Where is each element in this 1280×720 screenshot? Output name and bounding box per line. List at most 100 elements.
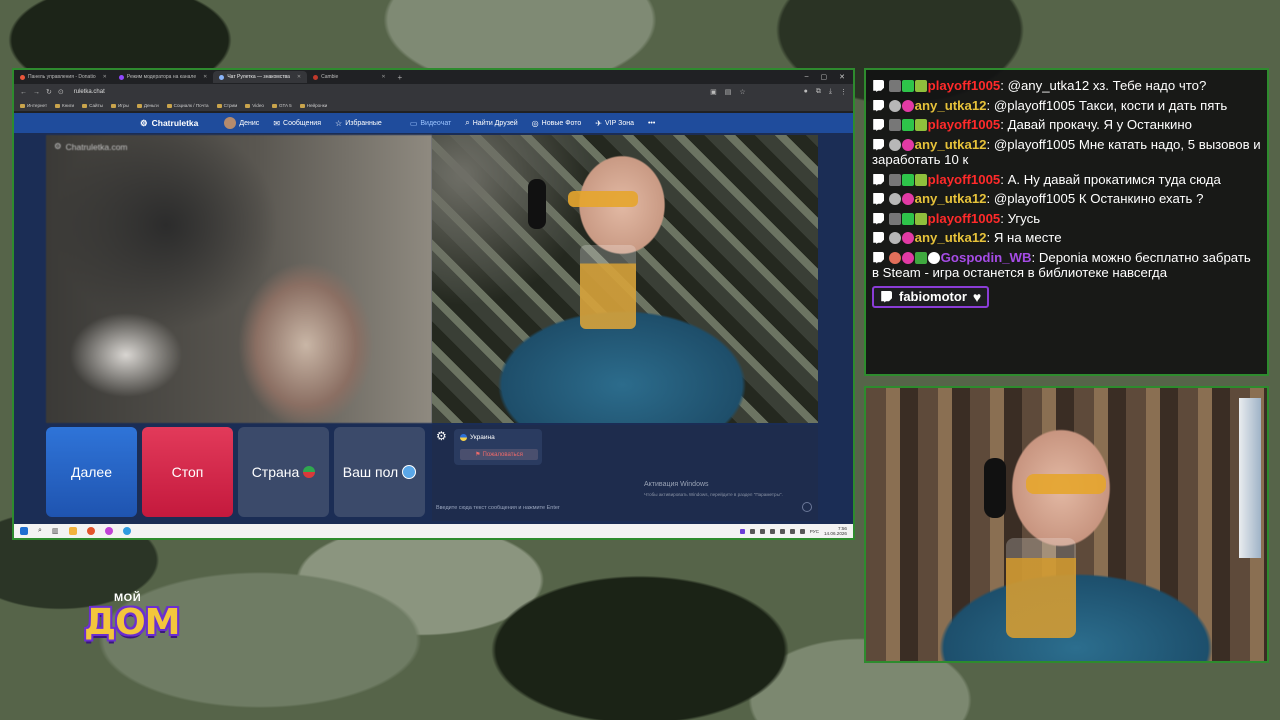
taskbar-clock[interactable]: 7:56 14.06.2026: [824, 526, 847, 537]
bookmark-item[interactable]: Video: [245, 103, 264, 108]
headphones-shape: [528, 179, 546, 229]
system-tray: РУС 7:56 14.06.2026: [739, 526, 853, 537]
screenshot-icon[interactable]: ▣: [710, 88, 717, 96]
twitch-icon: [873, 232, 884, 244]
nav-favorites[interactable]: ☆ Избранные: [335, 119, 382, 128]
message-input[interactable]: [436, 502, 808, 514]
brand-name: Chatruletka: [151, 118, 199, 128]
check-badge-icon: [901, 173, 914, 186]
nav-new-photos[interactable]: ◎ Новые Фото: [532, 119, 582, 128]
emoji-icon[interactable]: [802, 502, 812, 512]
site-info-icon[interactable]: ⊙: [58, 88, 64, 96]
badge-icon: [888, 173, 901, 186]
maximize-icon[interactable]: ▢: [821, 73, 828, 81]
bookmark-item[interactable]: Нейронки: [300, 103, 328, 108]
gender-button[interactable]: Ваш пол: [334, 427, 425, 517]
cat-badge-icon: [888, 251, 901, 264]
language-indicator[interactable]: РУС: [810, 529, 819, 534]
back-icon[interactable]: ←: [20, 89, 27, 96]
firefox-icon[interactable]: [86, 527, 95, 535]
tab-close-icon[interactable]: ✕: [381, 74, 385, 80]
chat-username: playoff1005: [927, 210, 1001, 226]
bookmark-item[interactable]: Социалк / Почта: [167, 103, 209, 108]
panda-badge-icon: [927, 251, 940, 264]
nav-messages[interactable]: ✉ Сообщения: [273, 119, 321, 128]
tray-icon[interactable]: [779, 528, 785, 534]
chatruletka-logo-icon: ⚙: [54, 141, 62, 151]
download-icon[interactable]: ⤓: [829, 88, 832, 96]
star-icon: ☆: [335, 118, 343, 128]
url-field[interactable]: ruletka.chat: [74, 89, 105, 95]
bookmark-star-icon[interactable]: ☆: [739, 88, 745, 96]
chat-message: any_utka12: @playoff1005 Мне катать надо…: [872, 136, 1261, 168]
tray-icon[interactable]: [759, 528, 765, 534]
partner-country-label: Украина: [470, 434, 495, 441]
bookmark-item[interactable]: GTA 5: [272, 103, 292, 108]
nav-more-button[interactable]: •••: [648, 120, 655, 127]
windows-start-icon[interactable]: [20, 527, 28, 535]
search-icon[interactable]: ⌕: [38, 527, 42, 535]
partner-country: Украина: [460, 434, 495, 441]
beer-mug-shape: [1006, 538, 1076, 638]
gender-label: Ваш пол: [342, 464, 399, 480]
twitch-icon: [873, 119, 884, 131]
country-button[interactable]: Страна: [238, 427, 329, 517]
tab-chatruletka[interactable]: Чат Рулетка — знакомства ✕: [213, 71, 308, 83]
bookmark-item[interactable]: Книги: [55, 103, 74, 108]
tab-moderator[interactable]: Режим модератора на канале ✕: [113, 71, 213, 83]
tab-close-icon[interactable]: ✕: [103, 74, 107, 80]
gender-icon: [402, 465, 417, 479]
bookmark-item[interactable]: Сайты: [82, 103, 103, 108]
task-view-icon[interactable]: ▥: [52, 527, 59, 535]
bookmark-item[interactable]: Стрим: [217, 103, 238, 108]
nav-profile[interactable]: Денис: [224, 117, 259, 129]
tab-donation[interactable]: Панель управления - Donatio ✕: [14, 71, 113, 83]
tab-close-icon[interactable]: ✕: [203, 74, 207, 80]
avatar: [224, 117, 237, 129]
ukraine-flag-icon: [460, 434, 467, 441]
chat-username: Gospodin_WB: [940, 249, 1032, 265]
chatruletka-logo-icon: ⚙: [140, 117, 148, 128]
tab-cambie[interactable]: Cambie ✕: [307, 71, 391, 83]
nav-vip[interactable]: ✈ VIP Зона: [595, 119, 634, 128]
complain-button[interactable]: ⚑ Пожаловаться: [460, 449, 538, 460]
bookmark-item[interactable]: Интернет: [20, 103, 47, 108]
browser-icon[interactable]: [122, 527, 131, 535]
new-follower-alert: fabiomotor ♥: [872, 285, 990, 308]
tab-bar: Панель управления - Donatio ✕ Режим модер…: [14, 70, 853, 84]
site-logo[interactable]: ⚙ Chatruletka: [140, 118, 198, 129]
app-icon[interactable]: [104, 527, 113, 535]
tray-icon[interactable]: [769, 528, 775, 534]
tray-icon[interactable]: [739, 528, 745, 534]
reload-icon[interactable]: ↻: [46, 88, 52, 96]
settings-gear-icon[interactable]: ⚙: [436, 429, 447, 443]
chat-text: Давай прокачу. Я у Останкино: [1007, 117, 1193, 132]
nav-videochat[interactable]: ▭ Видеочат: [410, 119, 451, 128]
close-window-icon[interactable]: ✕: [839, 73, 845, 81]
chat-message: playoff1005: Угусь: [872, 211, 1261, 227]
tray-icon[interactable]: [749, 528, 755, 534]
chat-username: playoff1005: [927, 171, 1001, 187]
badge-icon: [888, 119, 901, 131]
twitch-icon: [873, 80, 884, 92]
forward-icon[interactable]: →: [33, 89, 40, 96]
tray-icon[interactable]: [789, 528, 795, 534]
country-flag-icon: [303, 466, 316, 478]
minimize-icon[interactable]: –: [805, 73, 809, 81]
badge-icon: [888, 80, 901, 92]
next-button[interactable]: Далее: [46, 427, 137, 517]
profile-icon[interactable]: ●: [804, 88, 808, 96]
stop-button[interactable]: Стоп: [142, 427, 233, 517]
explorer-icon[interactable]: [68, 527, 77, 535]
new-tab-icon[interactable]: +: [398, 73, 403, 82]
bookmark-item[interactable]: Игры: [111, 103, 129, 108]
bookmark-item[interactable]: Деньги: [137, 103, 159, 108]
nav-find-friends[interactable]: ⌕ Найти Друзей: [465, 118, 517, 128]
tab-close-icon[interactable]: ✕: [297, 74, 301, 80]
menu-icon[interactable]: ⋮: [840, 88, 847, 96]
tray-icon[interactable]: [799, 528, 805, 534]
extensions-icon[interactable]: ⧉: [816, 88, 821, 96]
reading-icon[interactable]: ▤: [725, 88, 732, 96]
tab-label: Cambie: [321, 74, 339, 80]
heart-badge-icon: [901, 99, 914, 112]
